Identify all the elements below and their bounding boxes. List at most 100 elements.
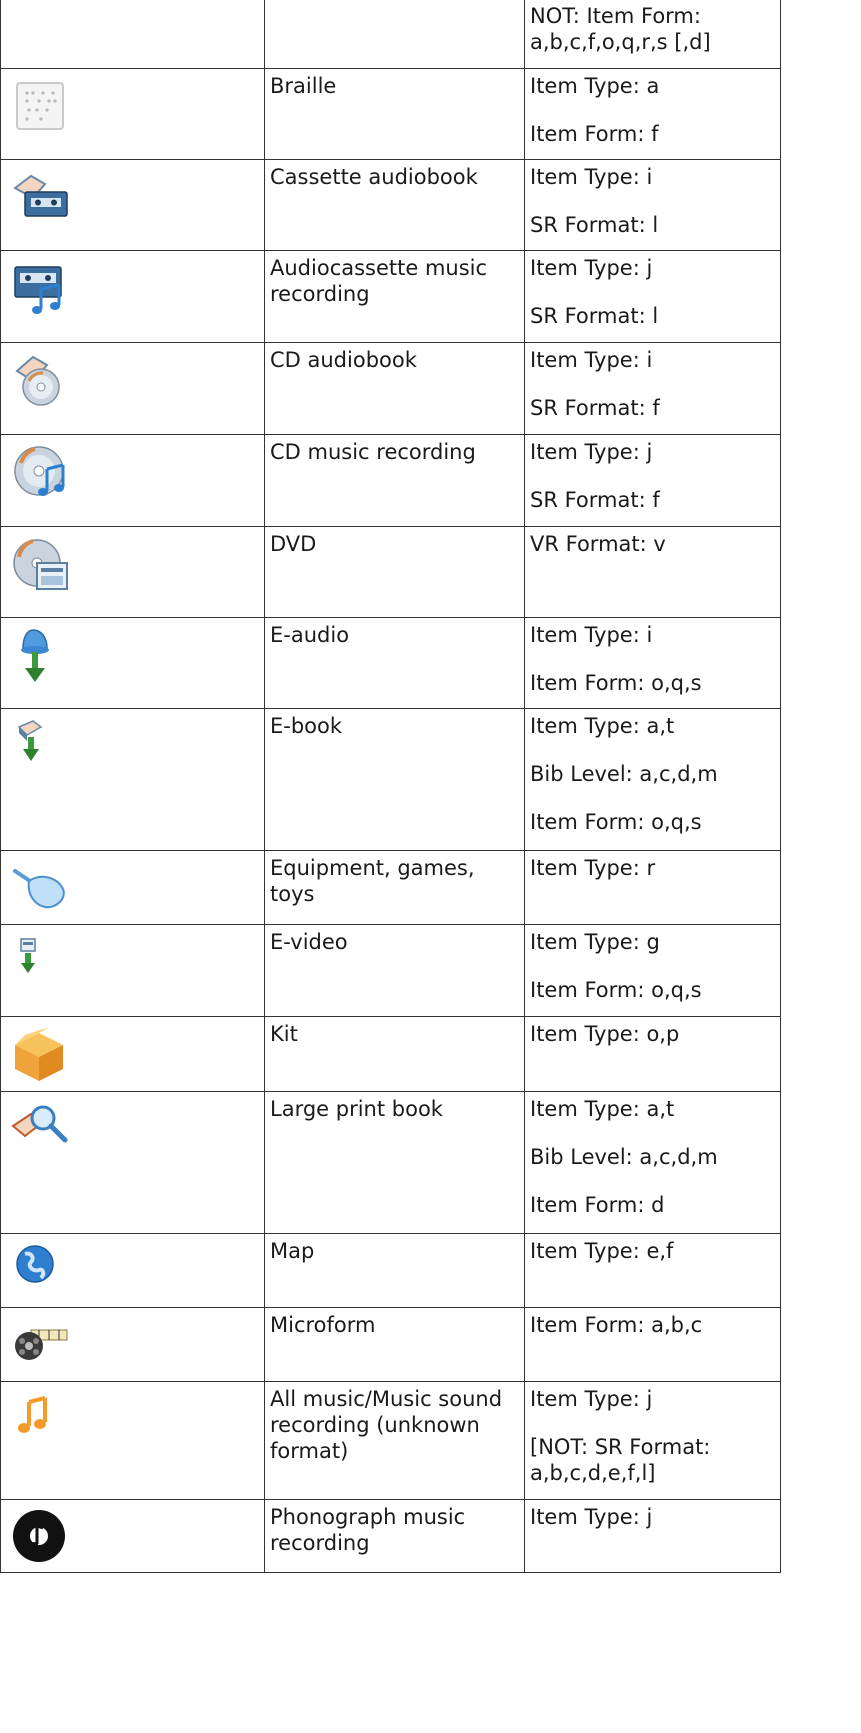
table-row: NOT: Item Form: a,b,c,f,o,q,r,s [,d] (0, 0, 781, 69)
criteria-cell: Item Type: a Item Form: f (524, 68, 781, 160)
map-icon (11, 1242, 71, 1302)
criteria-cell: Item Type: a,t Bib Level: a,c,d,m Item For… (524, 708, 781, 851)
format-label-cell (264, 0, 525, 69)
equipment-icon (11, 859, 71, 919)
criteria-line: Item Type: j (530, 1505, 653, 1529)
table-row: Braille Item Type: a Item Form: f (0, 68, 781, 160)
phonograph-icon (11, 1508, 71, 1568)
format-label: Equipment, games, toys (270, 856, 475, 906)
microform-icon (11, 1316, 71, 1376)
format-label-cell: Large print book (264, 1091, 525, 1234)
criteria-cell: Item Type: o,p (524, 1016, 781, 1092)
criteria-line: Item Type: i (530, 623, 653, 647)
format-label: CD audiobook (270, 348, 417, 372)
icon-cell (0, 850, 265, 925)
format-icons-table: NOT: Item Form: a,b,c,f,o,q,r,s [,d] Bra… (0, 0, 781, 1573)
icon-cell (0, 526, 265, 618)
format-label-cell: Audiocassette music recording (264, 250, 525, 343)
icon-cell (0, 1307, 265, 1382)
criteria-cell: Item Type: i Item Form: o,q,s (524, 617, 781, 709)
format-label-cell: Kit (264, 1016, 525, 1092)
audiocassette-music-icon (11, 259, 71, 319)
format-label-cell: Phonograph music recording (264, 1499, 525, 1573)
icon-cell (0, 1016, 265, 1092)
format-label: CD music recording (270, 440, 476, 464)
criteria-line: SR Format: f (530, 396, 660, 420)
criteria-line: Item Type: i (530, 165, 653, 189)
criteria-line: SR Format: l (530, 213, 659, 237)
criteria-line: Item Type: a,t (530, 1097, 675, 1121)
kit-icon (11, 1025, 71, 1085)
criteria-line: Item Form: o,q,s (530, 810, 702, 834)
icon-cell (0, 342, 265, 435)
criteria-cell: Item Type: e,f (524, 1233, 781, 1308)
format-label-cell: Cassette audiobook (264, 159, 525, 251)
format-label: Braille (270, 74, 337, 98)
table-row: Microform Item Form: a,b,c (0, 1307, 781, 1382)
criteria-line: Item Type: a (530, 74, 660, 98)
criteria-line: Item Type: i (530, 348, 653, 372)
criteria-cell: Item Type: g Item Form: o,q,s (524, 924, 781, 1017)
dvd-icon (11, 535, 71, 595)
criteria-cell: VR Format: v (524, 526, 781, 618)
table-row: E-book Item Type: a,t Bib Level: a,c,d,m I… (0, 708, 781, 851)
icon-cell (0, 617, 265, 709)
e-audio-icon (11, 626, 71, 686)
icon-cell (0, 924, 265, 1017)
criteria-cell: Item Type: a,t Bib Level: a,c,d,m Item For… (524, 1091, 781, 1234)
format-label: Microform (270, 1313, 376, 1337)
icon-cell (0, 434, 265, 527)
cd-audiobook-icon (11, 351, 71, 411)
format-label-cell: E-audio (264, 617, 525, 709)
large-print-icon (11, 1100, 71, 1160)
icon-cell (0, 159, 265, 251)
icon-cell (0, 68, 265, 160)
criteria-line: SR Format: f (530, 488, 660, 512)
criteria-cell: Item Type: j (524, 1499, 781, 1573)
criteria-line: NOT: Item Form: a,b,c,f,o,q,r,s [,d] (530, 4, 711, 54)
table-row: Map Item Type: e,f (0, 1233, 781, 1308)
criteria-cell: NOT: Item Form: a,b,c,f,o,q,r,s [,d] (524, 0, 781, 69)
criteria-line: Item Type: g (530, 930, 660, 954)
criteria-line: Item Form: f (530, 122, 659, 146)
table-row: Audiocassette music recording Item Type:… (0, 250, 781, 343)
format-label-cell: Microform (264, 1307, 525, 1382)
criteria-line: Item Type: j (530, 1387, 653, 1411)
table-row: DVD VR Format: v (0, 526, 781, 618)
format-label: E-audio (270, 623, 350, 647)
format-label-cell: DVD (264, 526, 525, 618)
table-row: CD music recording Item Type: j SR Format… (0, 434, 781, 527)
icon-cell (0, 1091, 265, 1234)
criteria-cell: Item Type: i SR Format: f (524, 342, 781, 435)
icon-cell (0, 1381, 265, 1500)
criteria-line: Bib Level: a,c,d,m (530, 1145, 718, 1169)
format-label-cell: Equipment, games, toys (264, 850, 525, 925)
table-row: Kit Item Type: o,p (0, 1016, 781, 1092)
criteria-cell: Item Type: j SR Format: f (524, 434, 781, 527)
format-label-cell: CD music recording (264, 434, 525, 527)
icon-cell (0, 0, 265, 69)
criteria-line: Item Type: r (530, 856, 656, 880)
format-label: All music/Music sound recording (unknown… (270, 1387, 503, 1463)
criteria-line: Item Type: a,t (530, 714, 675, 738)
criteria-line: VR Format: v (530, 532, 666, 556)
criteria-line: Item Type: o,p (530, 1022, 680, 1046)
criteria-line: Bib Level: a,c,d,m (530, 762, 718, 786)
format-label: DVD (270, 532, 317, 556)
table-row: All music/Music sound recording (unknown… (0, 1381, 781, 1500)
table-row: CD audiobook Item Type: i SR Format: f (0, 342, 781, 435)
format-label: Cassette audiobook (270, 165, 478, 189)
music-note-icon (11, 1390, 71, 1450)
format-label: Audiocassette music recording (270, 256, 488, 306)
table-row: Phonograph music recording Item Type: j (0, 1499, 781, 1573)
criteria-cell: Item Type: j SR Format: l (524, 250, 781, 343)
e-video-icon (11, 933, 71, 993)
format-label-cell: Braille (264, 68, 525, 160)
criteria-line: Item Type: j (530, 440, 653, 464)
table-row: Cassette audiobook Item Type: i SR Format… (0, 159, 781, 251)
criteria-line: Item Type: e,f (530, 1239, 674, 1263)
criteria-cell: Item Type: j [NOT: SR Format: a,b,c,d,e,f… (524, 1381, 781, 1500)
criteria-line: Item Form: o,q,s (530, 671, 702, 695)
icon-cell (0, 1233, 265, 1308)
braille-icon (11, 77, 71, 137)
